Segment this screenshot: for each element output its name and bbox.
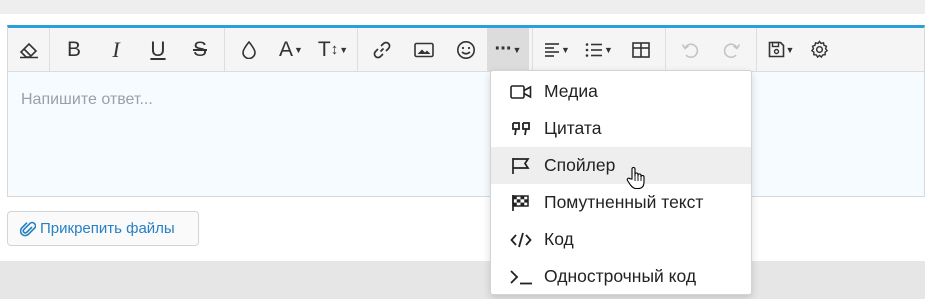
menu-item-code[interactable]: Код: [491, 221, 751, 258]
bottom-strip: [0, 261, 925, 299]
chevron-down-icon: ▼: [604, 44, 613, 55]
hand-pointer-cursor-icon: [626, 166, 646, 195]
list-icon: [585, 42, 603, 57]
drafts-button[interactable]: ▼: [760, 28, 802, 71]
table-button[interactable]: [620, 28, 662, 71]
quote-icon: [506, 121, 536, 137]
table-icon: [632, 41, 650, 58]
menu-item-label: Медиа: [544, 81, 598, 101]
toolbar-group-tools: ▼: [757, 28, 840, 71]
top-strip: [0, 0, 925, 14]
settings-button[interactable]: [802, 28, 837, 71]
italic-button[interactable]: I: [95, 28, 137, 71]
eraser-icon: [19, 42, 38, 58]
underline-label: U: [150, 37, 166, 61]
menu-item-spoiler[interactable]: Спойлер: [491, 147, 751, 184]
checkered-flag-icon: [506, 194, 536, 212]
chevron-down-icon: ▼: [512, 44, 522, 55]
font-size-label: T: [317, 37, 331, 61]
font-family-button[interactable]: A ▼: [270, 28, 312, 71]
menu-item-label: Код: [544, 229, 574, 249]
toolbar-group-insert: ··· ▼: [358, 28, 533, 71]
list-button[interactable]: ▼: [578, 28, 620, 71]
editor-toolbar: B I U S A ▼ T ↕ ▼ ··· ▼ ▼ ▼ ▼: [8, 28, 924, 72]
paperclip-icon: [20, 220, 36, 238]
code-icon: [506, 232, 536, 248]
chevron-down-icon: ▼: [339, 44, 349, 55]
toolbar-group-history: [666, 28, 757, 71]
image-icon: [414, 42, 434, 57]
font-family-label: A: [279, 37, 294, 61]
attach-files-label: Прикрепить файлы: [40, 220, 175, 237]
smile-icon: [457, 40, 475, 59]
menu-item-label: Помутненный текст: [544, 192, 704, 212]
gear-icon: [810, 40, 829, 59]
arrows-vertical-icon: ↕: [330, 41, 339, 58]
rich-text-editor: B I U S A ▼ T ↕ ▼ ··· ▼ ▼ ▼ ▼ Напишите о…: [7, 25, 925, 197]
font-size-button[interactable]: T ↕ ▼: [312, 28, 354, 71]
align-left-icon: [545, 42, 560, 57]
image-button[interactable]: [403, 28, 445, 71]
toolbar-group-style: A ▼ T ↕ ▼: [225, 28, 358, 71]
italic-label: I: [112, 36, 120, 62]
redo-icon: [723, 42, 741, 58]
menu-item-label: Цитата: [544, 118, 602, 138]
text-color-button[interactable]: [228, 28, 270, 71]
reply-textarea[interactable]: Напишите ответ...: [8, 72, 924, 196]
menu-item-blurred-text[interactable]: Помутненный текст: [491, 184, 751, 221]
bold-button[interactable]: B: [53, 28, 95, 71]
remove-format-button[interactable]: [11, 28, 46, 71]
toolbar-group-layout: ▼ ▼: [533, 28, 666, 71]
toolbar-group-text: B I U S: [50, 28, 225, 71]
save-icon: [768, 41, 784, 58]
chevron-down-icon: ▼: [294, 44, 303, 55]
menu-item-label: Спойлер: [544, 155, 616, 175]
toolbar-group-clear: [8, 28, 50, 71]
menu-item-label: Однострочный код: [544, 266, 697, 286]
undo-icon: [681, 42, 699, 58]
video-icon: [506, 84, 536, 100]
menu-item-media[interactable]: Медиа: [491, 73, 751, 110]
strikethrough-button[interactable]: S: [179, 28, 221, 71]
more-label: ···: [494, 38, 513, 60]
droplet-icon: [242, 40, 256, 59]
insert-menu: Медиа Цитата Спойлер Помутненный текст К…: [490, 70, 752, 295]
terminal-icon: [506, 269, 536, 285]
chevron-down-icon: ▼: [561, 44, 570, 55]
more-button[interactable]: ··· ▼: [487, 28, 529, 71]
undo-button[interactable]: [669, 28, 711, 71]
link-button[interactable]: [361, 28, 403, 71]
flag-icon: [506, 157, 536, 175]
strikethrough-label: S: [192, 37, 207, 61]
attach-files-button[interactable]: Прикрепить файлы: [7, 211, 199, 246]
chevron-down-icon: ▼: [785, 44, 795, 55]
reply-placeholder: Напишите ответ...: [21, 91, 153, 108]
bold-label: B: [66, 37, 81, 61]
link-icon: [373, 41, 391, 58]
menu-item-quote[interactable]: Цитата: [491, 110, 751, 147]
emoji-button[interactable]: [445, 28, 487, 71]
align-button[interactable]: ▼: [536, 28, 578, 71]
redo-button[interactable]: [711, 28, 753, 71]
menu-item-inline-code[interactable]: Однострочный код: [491, 258, 751, 295]
underline-button[interactable]: U: [137, 28, 179, 71]
